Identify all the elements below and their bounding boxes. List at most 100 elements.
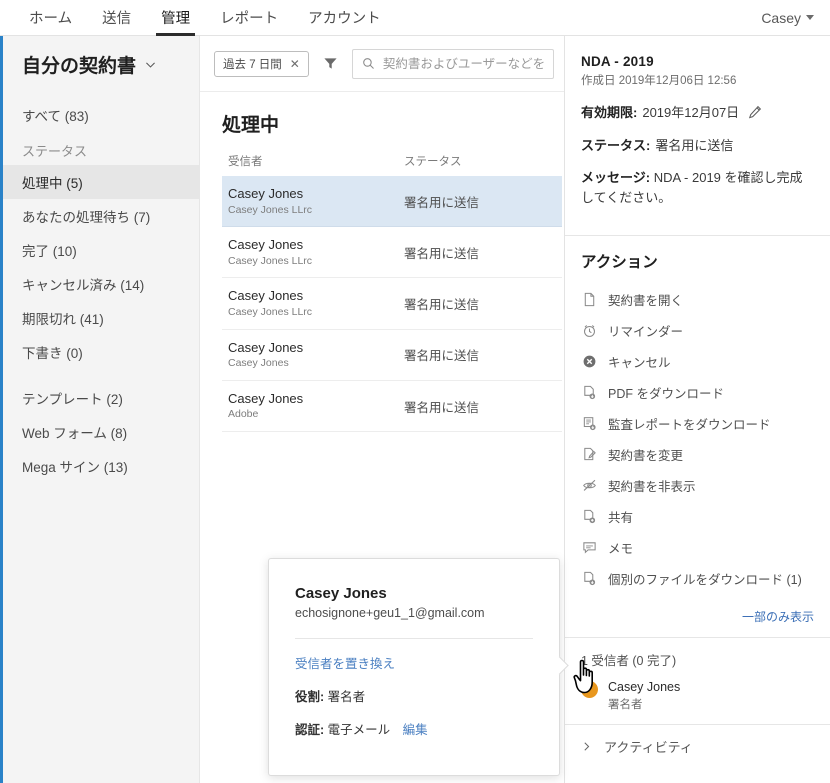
column-header-recipient: 受信者 <box>228 156 263 168</box>
action-download-audit-report[interactable]: 監査レポートをダウンロード <box>581 408 814 439</box>
avatar[interactable] <box>581 681 598 698</box>
sidebar-item-web-forms[interactable]: Web フォーム (8) <box>0 415 199 449</box>
pdf-download-icon <box>581 384 598 401</box>
sidebar-item-label: Web フォーム (8) <box>22 426 128 441</box>
recipient-popup-card: Casey Jones echosignone+geu1_1@gmail.com… <box>268 558 560 776</box>
nav-tab-home[interactable]: ホーム <box>14 0 87 35</box>
table-row[interactable]: Casey Jones Adobe 署名用に送信 <box>222 381 562 433</box>
row-status: 署名用に送信 <box>404 195 480 210</box>
table-row[interactable]: Casey Jones Casey Jones LLrc 署名用に送信 <box>222 227 562 279</box>
action-share[interactable]: 共有 <box>581 501 814 532</box>
show-less-link[interactable]: 一部のみ表示 <box>565 600 830 637</box>
sidebar-item-label: 下書き (0) <box>22 346 83 361</box>
row-recipient-name: Casey Jones <box>228 339 304 355</box>
cell-recipient: Casey Jones Casey Jones <box>228 339 404 371</box>
action-open-agreement[interactable]: 契約書を開く <box>581 284 814 315</box>
action-hide-agreement[interactable]: 契約書を非表示 <box>581 470 814 501</box>
row-recipient-name: Casey Jones <box>228 288 304 304</box>
action-label: 共有 <box>608 511 634 525</box>
row-status: 署名用に送信 <box>404 400 480 415</box>
row-recipient-name: Casey Jones <box>228 186 304 201</box>
table-row[interactable]: Casey Jones Casey Jones 署名用に送信 <box>222 330 562 381</box>
recipient-role: 署名者 <box>608 698 643 711</box>
sidebar-item-mega-sign[interactable]: Mega サイン (13) <box>0 449 199 483</box>
row-recipient-company: Casey Jones LLrc <box>228 203 313 216</box>
recipient-name: Casey Jones <box>608 680 681 694</box>
sidebar-item-draft[interactable]: 下書き (0) <box>0 335 199 369</box>
cell-recipient: Casey Jones Casey Jones LLrc <box>228 185 404 217</box>
sidebar-item-waiting-for-you[interactable]: あなたの処理待ち (7) <box>0 199 199 233</box>
section-title: 処理中 <box>222 115 280 136</box>
action-label: 監査レポートをダウンロード <box>608 418 771 432</box>
sidebar-item-all[interactable]: すべて (83) <box>0 98 199 132</box>
audit-report-download-icon <box>581 415 598 432</box>
details-panel: NDA - 2019 作成日 2019年12月06日 12:56 有効期限: 2… <box>565 36 830 783</box>
nav-tab-account[interactable]: アカウント <box>293 0 396 35</box>
user-menu-button[interactable]: Casey <box>761 0 818 35</box>
nav-tab-label: ホーム <box>29 11 73 27</box>
sidebar-item-expired[interactable]: 期限切れ (41) <box>0 301 199 335</box>
popup-auth-edit-link[interactable]: 編集 <box>403 723 428 737</box>
action-download-individual-files[interactable]: 個別のファイルをダウンロード (1) <box>581 563 814 594</box>
row-status: 署名用に送信 <box>404 246 480 261</box>
agreement-message: メッセージ: NDA - 2019 を確認し完成してください。 <box>581 168 814 207</box>
nav-tab-label: 管理 <box>161 11 191 27</box>
search-input[interactable] <box>382 56 544 71</box>
circle-x-icon <box>581 353 598 370</box>
sidebar-group-status: ステータス <box>0 132 199 165</box>
popup-recipient-email: echosignone+geu1_1@gmail.com <box>295 606 485 620</box>
action-label: キャンセル <box>608 356 671 370</box>
search-box[interactable] <box>351 48 554 79</box>
sidebar-item-templates[interactable]: テンプレート (2) <box>0 381 199 415</box>
action-note[interactable]: メモ <box>581 532 814 563</box>
table-row[interactable]: Casey Jones Casey Jones LLrc 署名用に送信 <box>222 176 562 228</box>
activity-section-toggle[interactable]: アクティビティ <box>565 723 830 768</box>
action-download-pdf[interactable]: PDF をダウンロード <box>581 377 814 408</box>
nav-tab-label: レポート <box>220 11 279 27</box>
document-icon <box>581 291 598 308</box>
document-edit-icon <box>581 446 598 463</box>
row-status: 署名用に送信 <box>404 298 480 313</box>
search-icon <box>363 58 374 69</box>
sidebar-item-completed[interactable]: 完了 (10) <box>0 233 199 267</box>
action-label: 契約書を変更 <box>608 449 684 463</box>
date-range-filter-chip[interactable]: 過去 7 日間 ✕ <box>214 50 309 77</box>
sidebar-item-label: 処理中 (5) <box>22 176 83 191</box>
action-modify-agreement[interactable]: 契約書を変更 <box>581 439 814 470</box>
details-header: NDA - 2019 作成日 2019年12月06日 12:56 有効期限: 2… <box>565 36 830 221</box>
expiry-value: 2019年12月07日 <box>642 105 740 120</box>
sidebar-item-cancelled[interactable]: キャンセル済み (14) <box>0 267 199 301</box>
page-title: 自分の契約書 <box>22 55 137 77</box>
column-header-status: ステータス <box>404 156 462 168</box>
recipient-row[interactable]: Casey Jones 署名者 <box>581 679 814 714</box>
table-row[interactable]: Casey Jones Casey Jones LLrc 署名用に送信 <box>222 278 562 330</box>
activity-label: アクティビティ <box>604 739 693 755</box>
actions-heading: アクション <box>581 254 658 271</box>
popup-auth-row: 認証: 電子メール 編集 <box>295 719 533 738</box>
pencil-icon[interactable] <box>748 105 762 119</box>
nav-tab-send[interactable]: 送信 <box>87 0 146 35</box>
message-label: メッセージ: <box>581 170 651 185</box>
row-recipient-company: Casey Jones LLrc <box>228 306 313 319</box>
action-cancel[interactable]: キャンセル <box>581 346 814 377</box>
close-icon[interactable]: ✕ <box>290 58 300 70</box>
top-navigation-bar: ホーム 送信 管理 レポート アカウント Casey <box>0 0 830 36</box>
funnel-icon[interactable] <box>319 56 342 71</box>
popup-recipient-name: Casey Jones <box>295 585 387 602</box>
action-reminder[interactable]: リマインダー <box>581 315 814 346</box>
sidebar-header[interactable]: 自分の契約書 <box>0 36 199 92</box>
chevron-down-icon <box>146 62 155 68</box>
nav-tab-manage[interactable]: 管理 <box>146 0 205 36</box>
agreement-created-date: 作成日 2019年12月06日 12:56 <box>581 75 737 87</box>
recipient-info: Casey Jones 署名者 <box>608 679 680 714</box>
status-label: ステータス: <box>581 138 651 153</box>
status-value: 署名用に送信 <box>655 138 734 153</box>
left-accent-bar <box>0 36 3 783</box>
replace-recipient-link[interactable]: 受信者を置き換え <box>295 653 533 672</box>
chevron-right-icon <box>584 742 590 751</box>
sidebar-item-in-progress[interactable]: 処理中 (5) <box>0 165 199 199</box>
nav-tab-reports[interactable]: レポート <box>205 0 293 35</box>
sidebar-item-label: Mega サイン (13) <box>22 460 128 475</box>
